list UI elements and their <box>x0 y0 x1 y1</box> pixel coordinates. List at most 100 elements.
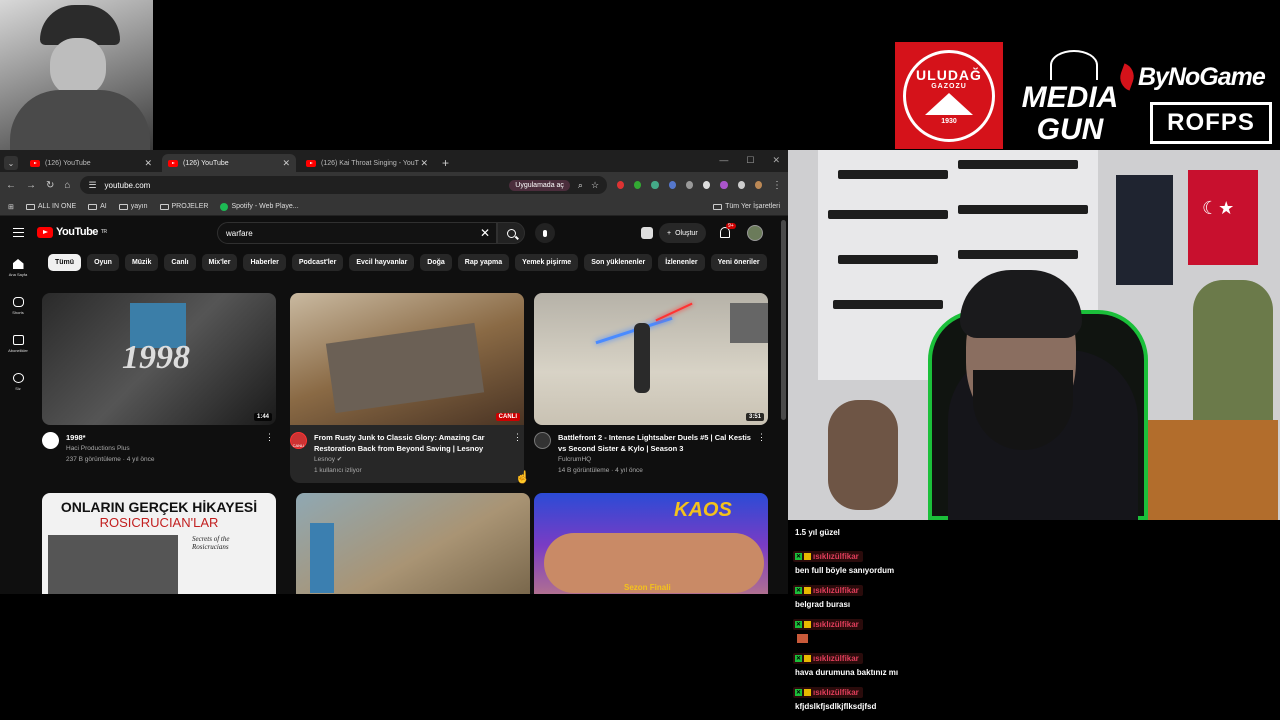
profile-icon[interactable] <box>754 181 763 189</box>
chip[interactable]: İzlenenler <box>658 253 705 271</box>
puzzle-icon[interactable] <box>737 181 745 189</box>
close-window-icon[interactable]: ✕ <box>772 155 780 166</box>
chip-all[interactable]: Tümü <box>48 253 82 271</box>
chip[interactable]: Podcast'ler <box>291 253 344 271</box>
minimize-icon[interactable]: — <box>719 155 728 166</box>
more-options-icon[interactable]: ⋮ <box>513 432 522 443</box>
channel-name[interactable]: Lesnoy <box>314 456 335 463</box>
bookmark-spotify[interactable]: Spotify - Web Playe... <box>220 202 299 211</box>
chip[interactable]: Yemek pişirme <box>515 253 579 271</box>
sidebar-item-you[interactable]: Siz <box>0 365 36 403</box>
extension-icon[interactable] <box>634 181 642 189</box>
scrollbar-thumb[interactable] <box>781 220 786 420</box>
home-icon[interactable]: ⌂ <box>64 180 70 191</box>
channel-avatar[interactable]: CANLI <box>290 432 307 449</box>
video-thumbnail[interactable]: KAOS Sezon Finali <box>534 493 768 594</box>
video-title[interactable]: From Rusty Junk to Classic Glory: Amazin… <box>314 432 509 454</box>
youtube-logo[interactable]: YouTube TR <box>37 226 107 238</box>
open-in-app-button[interactable]: Uygulamada aç <box>509 179 570 191</box>
tab-list-button[interactable]: ⌄ <box>4 156 18 170</box>
sidebar-item-home[interactable]: Ana Sayfa <box>0 251 36 289</box>
thumbnail-text: 1998 <box>122 339 190 376</box>
extension-icon[interactable] <box>617 181 625 189</box>
extension-icon[interactable] <box>668 181 676 189</box>
create-label: Oluştur <box>675 229 698 237</box>
site-info-icon[interactable]: ☰ <box>88 180 96 191</box>
apps-grid-icon[interactable]: ⊞ <box>8 203 14 211</box>
bookmark-star-icon[interactable]: ☆ <box>591 180 599 191</box>
chip[interactable]: Doğa <box>420 253 452 271</box>
close-tab-icon[interactable]: ✕ <box>144 158 152 169</box>
video-card-hovered[interactable]: CANLI CANLI From Rusty Junk to Classic G… <box>290 293 524 483</box>
voice-search-icon[interactable] <box>535 223 555 243</box>
url-box[interactable]: ☰ youtube.com Uygulamada aç ⌕ ☆ <box>80 176 608 194</box>
chip[interactable]: Canlı <box>164 253 196 271</box>
more-options-icon[interactable]: ⋮ <box>265 432 274 443</box>
chip[interactable]: Evcil hayvanlar <box>349 253 415 271</box>
extension-icon[interactable] <box>651 181 659 189</box>
video-card[interactable]: 1998 1:44 1998* Haci Productions Plus 23… <box>42 293 276 465</box>
studio-icon[interactable] <box>641 227 653 239</box>
new-tab-button[interactable]: + <box>442 156 449 170</box>
channel-name[interactable]: Haci Productions Plus <box>66 443 261 454</box>
extension-icon[interactable] <box>720 181 728 189</box>
create-button[interactable]: + Oluştur <box>659 223 706 243</box>
rifle <box>838 170 948 179</box>
mouse-cursor-icon: ☝ <box>515 470 530 484</box>
browser-tab[interactable]: (126) YouTube ✕ <box>24 154 158 172</box>
sidebar-item-subscriptions[interactable]: Abonelikler <box>0 327 36 365</box>
hamburger-menu-icon[interactable] <box>13 228 24 237</box>
scrollbar[interactable] <box>780 218 788 594</box>
search-button[interactable] <box>497 222 525 244</box>
search-input[interactable]: warfare ✕ <box>217 222 497 244</box>
video-thumbnail[interactable]: 3:51 <box>534 293 768 425</box>
chip[interactable]: Rap yapma <box>457 253 510 271</box>
close-tab-icon[interactable]: ✕ <box>282 158 290 169</box>
video-card[interactable]: 3:51 Battlefront 2 - Intense Lightsaber … <box>534 293 768 476</box>
bookmark-folder[interactable]: ALL IN ONE <box>25 203 76 210</box>
all-bookmarks[interactable]: Tüm Yer İşaretleri <box>713 203 780 210</box>
extension-icon[interactable] <box>703 181 711 189</box>
chat-message-text: belgrad burası <box>795 600 851 609</box>
browser-tab-active[interactable]: (126) YouTube ✕ <box>162 154 296 172</box>
sidebar-item-shorts[interactable]: Shorts <box>0 289 36 327</box>
chip[interactable]: Oyun <box>87 253 119 271</box>
bookmark-folder[interactable]: AI <box>88 203 107 210</box>
forward-icon[interactable]: → <box>26 180 36 191</box>
maximize-icon[interactable]: ☐ <box>746 155 754 166</box>
video-thumbnail[interactable] <box>296 493 530 594</box>
browser-tab[interactable]: (126) Kai Throat Singing - YouT ✕ <box>300 154 434 172</box>
mediagun-line1: MEDIA <box>1021 81 1119 114</box>
rifle <box>958 160 1078 169</box>
url-text[interactable]: youtube.com <box>105 181 502 190</box>
chip[interactable]: Haberler <box>243 253 286 271</box>
video-card[interactable]: ONLARIN GERÇEK HİKAYESİ ROSICRUCIAN'LAR … <box>42 493 276 594</box>
leaf-icon <box>1116 63 1138 91</box>
more-options-icon[interactable]: ⋮ <box>757 432 766 443</box>
avatar[interactable] <box>747 225 763 241</box>
chip[interactable]: Yeni öneriler <box>710 253 767 271</box>
channel-avatar[interactable] <box>42 432 59 449</box>
bookmark-folder[interactable]: yayın <box>118 203 148 210</box>
chip[interactable]: Müzik <box>124 253 159 271</box>
back-icon[interactable]: ← <box>6 180 16 191</box>
video-title[interactable]: Battlefront 2 - Intense Lightsaber Duels… <box>558 432 753 454</box>
video-thumbnail[interactable]: ONLARIN GERÇEK HİKAYESİ ROSICRUCIAN'LAR … <box>42 493 276 594</box>
shield-icon[interactable] <box>685 181 694 189</box>
video-thumbnail[interactable]: 1998 1:44 <box>42 293 276 425</box>
video-thumbnail[interactable]: CANLI <box>290 293 524 425</box>
chip[interactable]: Mix'ler <box>201 253 238 271</box>
channel-name[interactable]: FulcrumHQ <box>558 454 753 465</box>
stone-slab <box>325 322 485 414</box>
reload-icon[interactable]: ↻ <box>46 180 54 191</box>
more-menu-icon[interactable]: ⋮ <box>772 180 782 191</box>
channel-avatar[interactable] <box>534 432 551 449</box>
video-title[interactable]: 1998* <box>66 432 261 443</box>
video-card[interactable] <box>296 493 530 594</box>
bookmark-folder[interactable]: PROJELER <box>159 203 208 210</box>
clear-search-icon[interactable]: ✕ <box>480 226 490 240</box>
close-tab-icon[interactable]: ✕ <box>420 158 428 169</box>
zoom-icon[interactable]: ⌕ <box>578 180 583 191</box>
chip[interactable]: Son yüklenenler <box>584 253 653 271</box>
video-card[interactable]: KAOS Sezon Finali <box>534 493 768 594</box>
